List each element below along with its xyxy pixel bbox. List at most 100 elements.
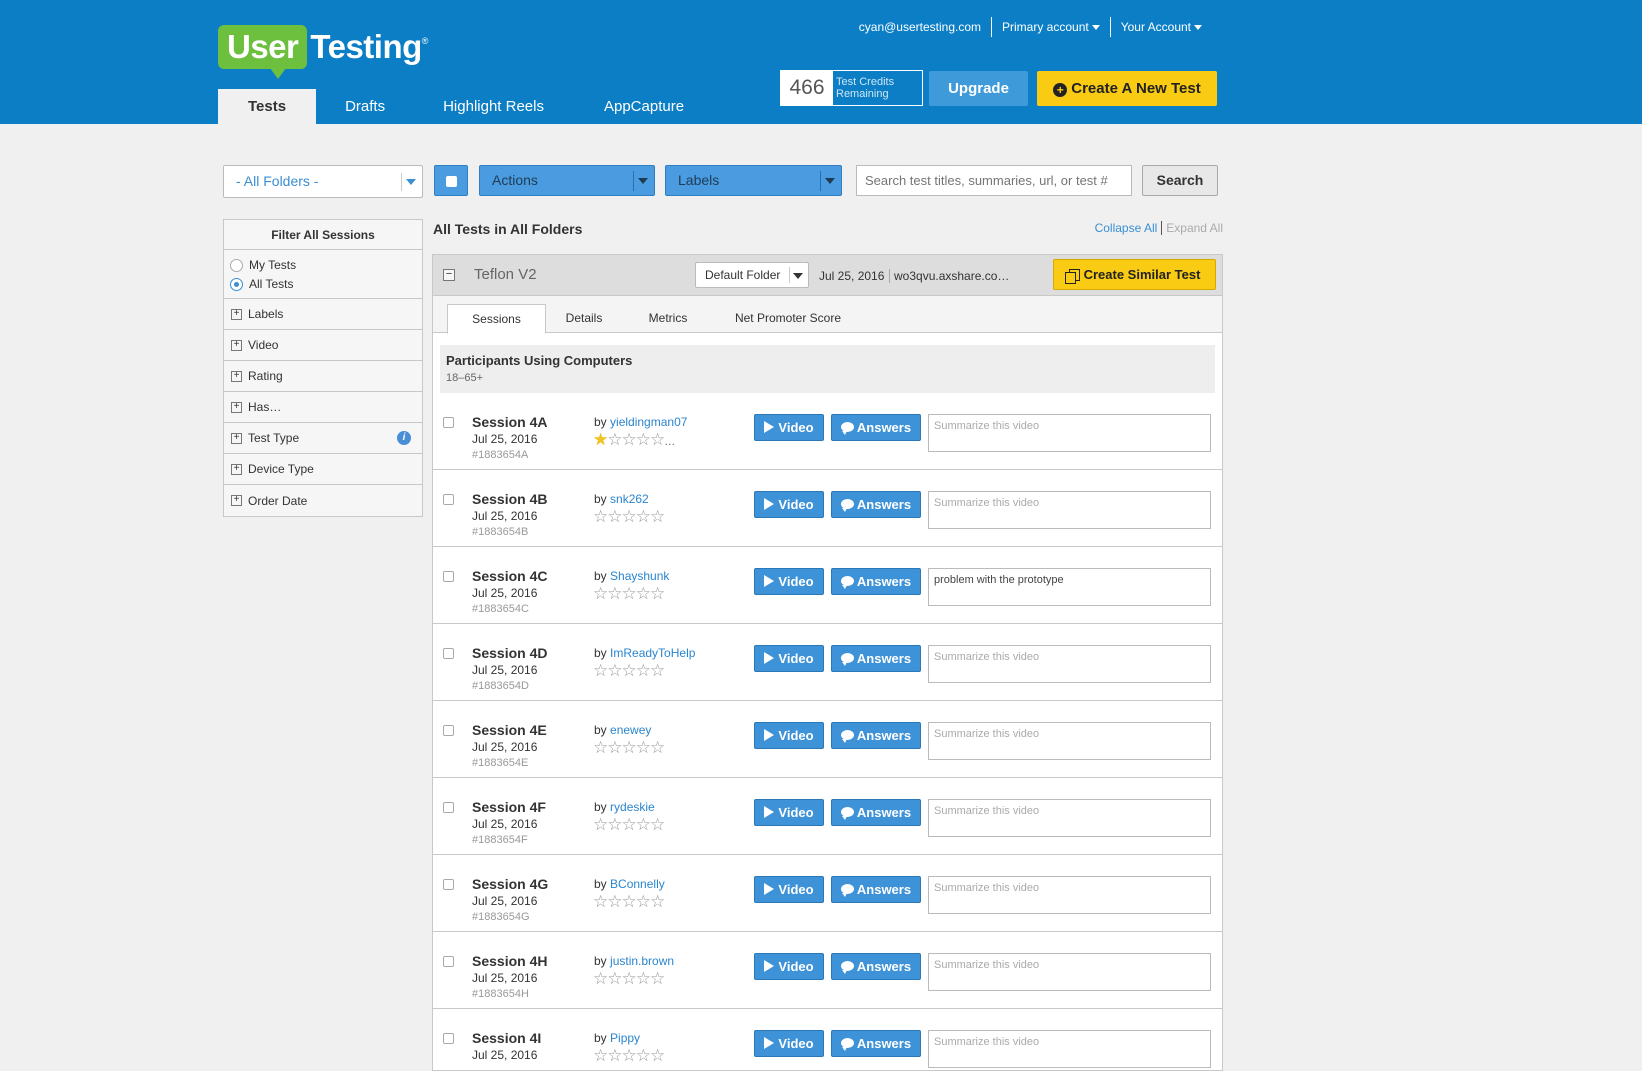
star-empty-icon[interactable]: ☆	[593, 1046, 608, 1065]
star-empty-icon[interactable]: ☆	[650, 1046, 665, 1065]
sidebar-item-rating[interactable]: + Rating	[224, 361, 422, 392]
star-empty-icon[interactable]: ☆	[607, 584, 622, 603]
star-rating[interactable]: ☆☆☆☆☆	[593, 892, 665, 912]
answers-button[interactable]: Answers	[831, 953, 921, 980]
upgrade-button[interactable]: Upgrade	[929, 71, 1028, 106]
tab-sessions[interactable]: Sessions	[447, 304, 546, 334]
star-rating[interactable]: ☆☆☆☆☆	[593, 1046, 665, 1066]
summary-input[interactable]: Summarize this video	[928, 799, 1211, 837]
star-empty-icon[interactable]: ☆	[650, 661, 665, 680]
star-empty-icon[interactable]: ☆	[650, 738, 665, 757]
tester-username-link[interactable]: Shayshunk	[610, 569, 669, 583]
star-empty-icon[interactable]: ☆	[636, 969, 651, 988]
tab-metrics[interactable]: Metrics	[636, 304, 700, 334]
test-folder-dropdown[interactable]: Default Folder	[695, 262, 809, 288]
star-empty-icon[interactable]: ☆	[636, 815, 651, 834]
search-button[interactable]: Search	[1142, 165, 1218, 196]
sidebar-item-video[interactable]: + Video	[224, 330, 422, 361]
star-rating[interactable]: ★☆☆☆☆…	[593, 430, 675, 450]
tab-details[interactable]: Details	[554, 304, 614, 334]
usertesting-logo[interactable]: User Testing ®	[218, 24, 428, 79]
star-empty-icon[interactable]: ☆	[622, 969, 637, 988]
sidebar-item-labels[interactable]: + Labels	[224, 299, 422, 330]
session-checkbox[interactable]	[443, 417, 454, 428]
session-checkbox[interactable]	[443, 648, 454, 659]
tester-username-link[interactable]: enewey	[610, 723, 651, 737]
summary-input[interactable]: Summarize this video	[928, 1030, 1211, 1068]
tester-username-link[interactable]: snk262	[610, 492, 649, 506]
session-checkbox[interactable]	[443, 571, 454, 582]
radio-all-tests[interactable]: All Tests	[230, 275, 416, 294]
session-checkbox[interactable]	[443, 802, 454, 813]
answers-button[interactable]: Answers	[831, 645, 921, 672]
star-empty-icon[interactable]: ☆	[593, 738, 608, 757]
star-empty-icon[interactable]: ☆	[593, 507, 608, 526]
star-empty-icon[interactable]: ☆	[636, 584, 651, 603]
star-empty-icon[interactable]: ☆	[622, 584, 637, 603]
session-name[interactable]: Session 4F	[472, 799, 546, 815]
session-name[interactable]: Session 4I	[472, 1030, 541, 1046]
sidebar-item-order-date[interactable]: + Order Date	[224, 485, 422, 516]
summary-input[interactable]: Summarize this video	[928, 953, 1211, 991]
answers-button[interactable]: Answers	[831, 722, 921, 749]
star-empty-icon[interactable]: ☆	[636, 738, 651, 757]
star-rating[interactable]: ☆☆☆☆☆	[593, 738, 665, 758]
star-empty-icon[interactable]: ☆	[650, 815, 665, 834]
video-button[interactable]: Video	[754, 414, 824, 441]
star-empty-icon[interactable]: ☆	[622, 815, 637, 834]
tab-appcapture[interactable]: AppCapture	[574, 89, 714, 124]
answers-button[interactable]: Answers	[831, 568, 921, 595]
session-name[interactable]: Session 4H	[472, 953, 547, 969]
session-name[interactable]: Session 4E	[472, 722, 547, 738]
star-rating[interactable]: ☆☆☆☆☆	[593, 661, 665, 681]
star-empty-icon[interactable]: ☆	[636, 507, 651, 526]
star-empty-icon[interactable]: ☆	[622, 738, 637, 757]
star-empty-icon[interactable]: ☆	[622, 661, 637, 680]
create-new-test-button[interactable]: + Create A New Test	[1037, 71, 1217, 106]
collapse-minus-icon[interactable]: −	[443, 269, 455, 281]
session-name[interactable]: Session 4A	[472, 414, 547, 430]
summary-input[interactable]: Summarize this video	[928, 876, 1211, 914]
summary-input[interactable]: problem with the prototype	[928, 568, 1211, 606]
star-empty-icon[interactable]: ☆	[636, 430, 651, 449]
star-empty-icon[interactable]: ☆	[607, 738, 622, 757]
video-button[interactable]: Video	[754, 491, 824, 518]
star-empty-icon[interactable]: ☆	[593, 969, 608, 988]
star-empty-icon[interactable]: ☆	[607, 430, 622, 449]
answers-button[interactable]: Answers	[831, 491, 921, 518]
star-empty-icon[interactable]: ☆	[607, 661, 622, 680]
star-empty-icon[interactable]: ☆	[607, 815, 622, 834]
tester-username-link[interactable]: Pippy	[610, 1031, 640, 1045]
star-empty-icon[interactable]: ☆	[622, 892, 637, 911]
sidebar-item-test-type[interactable]: + Test Type i	[224, 423, 422, 454]
session-name[interactable]: Session 4G	[472, 876, 548, 892]
session-name[interactable]: Session 4B	[472, 491, 547, 507]
star-empty-icon[interactable]: ☆	[650, 969, 665, 988]
star-rating[interactable]: ☆☆☆☆☆	[593, 969, 665, 989]
star-empty-icon[interactable]: ☆	[636, 892, 651, 911]
info-icon[interactable]: i	[397, 431, 411, 445]
radio-my-tests[interactable]: My Tests	[230, 256, 416, 275]
video-button[interactable]: Video	[754, 645, 824, 672]
video-button[interactable]: Video	[754, 722, 824, 749]
star-rating[interactable]: ☆☆☆☆☆	[593, 815, 665, 835]
summary-input[interactable]: Summarize this video	[928, 414, 1211, 452]
summary-input[interactable]: Summarize this video	[928, 722, 1211, 760]
star-filled-icon[interactable]: ★	[593, 430, 608, 449]
your-account-menu[interactable]: Your Account	[1109, 17, 1212, 37]
create-similar-test-button[interactable]: Create Similar Test	[1053, 259, 1216, 290]
star-empty-icon[interactable]: ☆	[622, 430, 637, 449]
star-empty-icon[interactable]: ☆	[607, 1046, 622, 1065]
star-empty-icon[interactable]: ☆	[607, 507, 622, 526]
tester-username-link[interactable]: ImReadyToHelp	[610, 646, 695, 660]
primary-account-menu[interactable]: Primary account	[991, 17, 1110, 37]
session-checkbox[interactable]	[443, 1033, 454, 1044]
star-empty-icon[interactable]: ☆	[622, 507, 637, 526]
tester-username-link[interactable]: justin.brown	[610, 954, 674, 968]
labels-dropdown[interactable]: Labels	[665, 165, 842, 196]
answers-button[interactable]: Answers	[831, 414, 921, 441]
star-empty-icon[interactable]: ☆	[622, 1046, 637, 1065]
tab-drafts[interactable]: Drafts	[316, 89, 414, 124]
star-empty-icon[interactable]: ☆	[650, 430, 665, 449]
tab-highlight-reels[interactable]: Highlight Reels	[414, 89, 574, 124]
